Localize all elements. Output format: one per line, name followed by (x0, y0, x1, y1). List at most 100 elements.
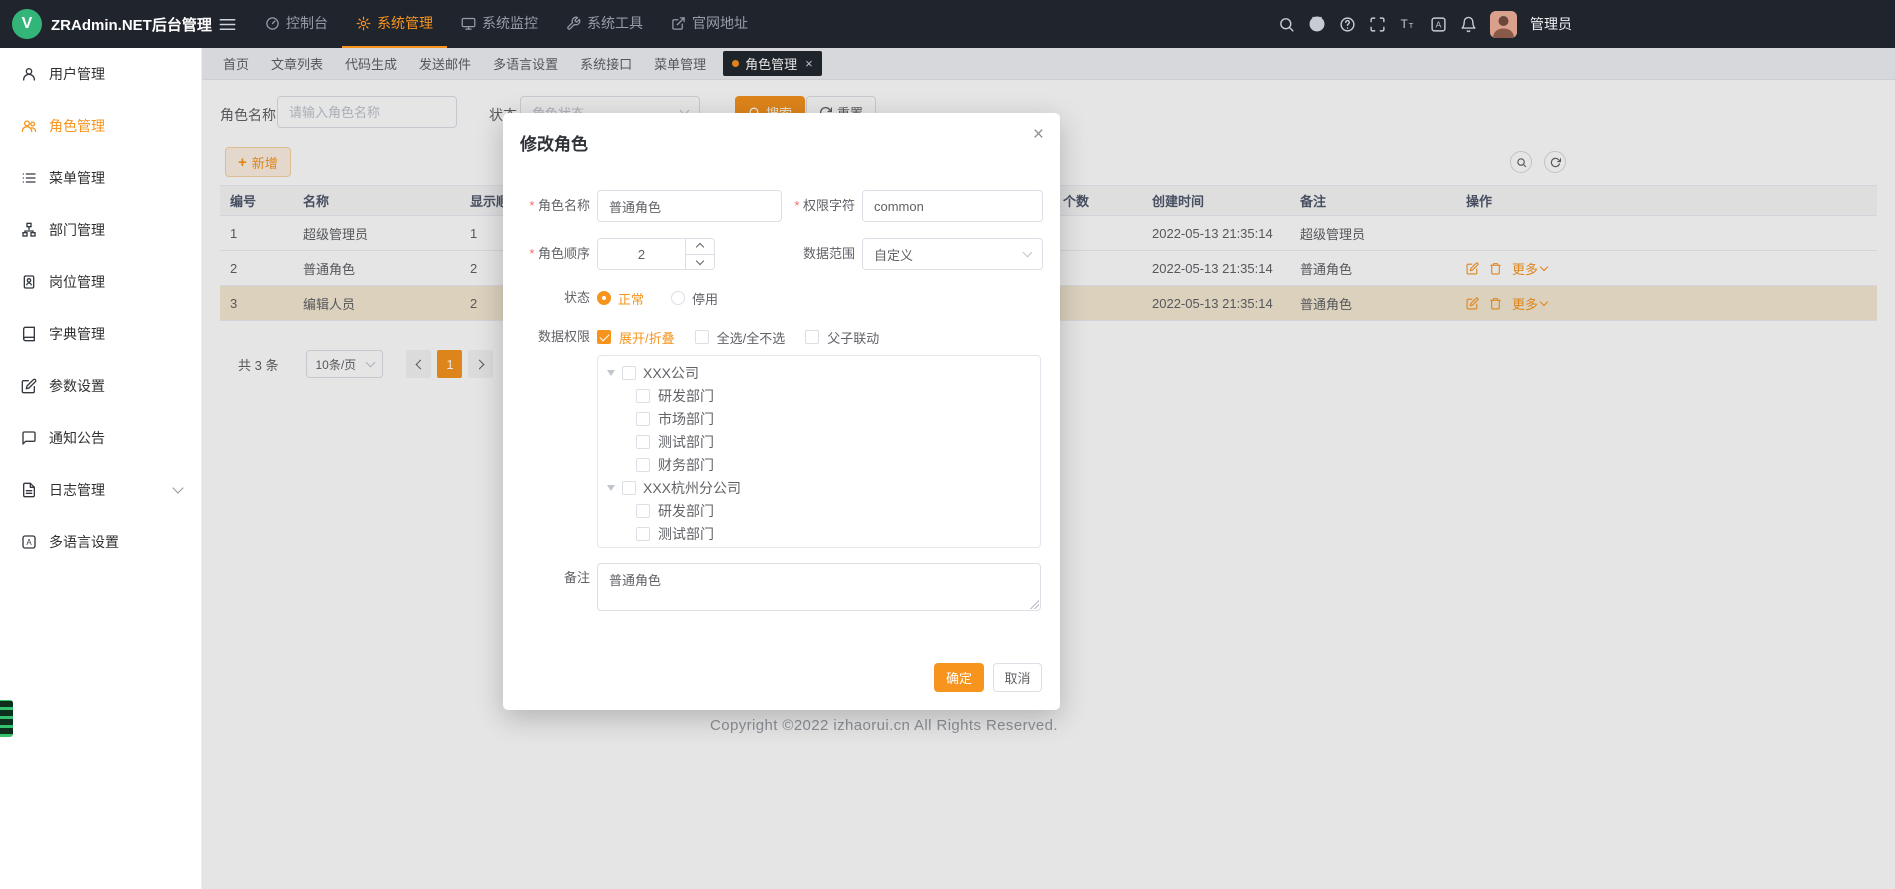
sidebar-item-dept-management[interactable]: 部门管理 (0, 204, 201, 256)
edit-role-dialog: 修改角色 × 角色名称 权限字符 角色顺序 数据范围 自定义 状态 正常 停用 … (503, 113, 1060, 710)
sidebar-item-label: 用户管理 (49, 64, 105, 84)
topnav-console[interactable]: 控制台 (251, 0, 342, 48)
role-name-field[interactable] (597, 190, 782, 222)
tree-node[interactable]: 财务部门 (598, 453, 1040, 476)
book-icon (21, 326, 37, 342)
checkbox-unchecked-icon[interactable] (636, 389, 650, 403)
tree-node[interactable]: XXX杭州分公司 (598, 476, 1040, 499)
tree-node-label: 研发部门 (658, 386, 714, 406)
language-button[interactable]: A (1430, 16, 1447, 33)
search-button-topbar[interactable] (1278, 16, 1295, 33)
notifications-button[interactable] (1460, 16, 1477, 33)
role-order-input[interactable] (598, 239, 685, 269)
sidebar-item-user-management[interactable]: 用户管理 (0, 48, 201, 100)
tree-node[interactable]: 测试部门 (598, 522, 1040, 545)
checkbox-unchecked-icon[interactable] (636, 412, 650, 426)
question-icon (1339, 16, 1356, 33)
fullscreen-button[interactable] (1369, 16, 1386, 33)
sidebar-item-menu-management[interactable]: 菜单管理 (0, 152, 201, 204)
sidebar-item-post-management[interactable]: 岗位管理 (0, 256, 201, 308)
sidebar-item-label: 部门管理 (49, 220, 105, 240)
stepper-down-button[interactable] (686, 255, 714, 270)
expand-collapse-checkbox[interactable]: 展开/折叠 (597, 328, 675, 347)
tree-node[interactable]: 研发部门 (598, 384, 1040, 407)
role-name-label: 角色名称 (503, 190, 590, 222)
select-all-label: 全选/全不选 (717, 328, 786, 347)
svg-text:A: A (1436, 19, 1442, 29)
stepper-up-button[interactable] (686, 239, 714, 255)
checkbox-unchecked-icon (805, 330, 819, 344)
id-badge-icon (21, 274, 37, 290)
bell-icon (1460, 16, 1477, 33)
checkbox-unchecked-icon (695, 330, 709, 344)
expand-collapse-label: 展开/折叠 (619, 328, 675, 347)
resize-grip-icon[interactable] (1029, 599, 1039, 609)
status-normal-option[interactable]: 正常 (597, 289, 644, 308)
role-order-label: 角色顺序 (503, 238, 590, 270)
top-nav: 控制台 系统管理 系统监控 系统工具 官网地址 (251, 0, 762, 48)
help-button[interactable] (1339, 16, 1356, 33)
tree-node-label: 财务部门 (658, 455, 714, 475)
topnav-system-management[interactable]: 系统管理 (342, 0, 447, 48)
users-icon (21, 118, 37, 134)
close-dialog-button[interactable]: × (1033, 125, 1044, 144)
github-button[interactable] (1308, 15, 1326, 33)
sidebar-item-notice[interactable]: 通知公告 (0, 412, 201, 464)
topnav-label: 官网地址 (692, 13, 748, 33)
data-scope-label: 数据范围 (768, 238, 855, 270)
tree-node-label: 研发部门 (658, 501, 714, 521)
checkbox-unchecked-icon[interactable] (636, 504, 650, 518)
github-icon (1308, 15, 1326, 33)
topnav-system-monitor[interactable]: 系统监控 (447, 0, 552, 48)
user-icon (21, 66, 37, 82)
logo-icon: V (12, 9, 42, 39)
data-scope-select[interactable]: 自定义 (862, 238, 1043, 270)
perm-char-field[interactable] (862, 190, 1043, 222)
parent-child-link-checkbox[interactable]: 父子联动 (805, 328, 879, 347)
topnav-system-tools[interactable]: 系统工具 (552, 0, 657, 48)
sidebar-item-param-settings[interactable]: 参数设置 (0, 360, 201, 412)
tree-node[interactable]: 研发部门 (598, 499, 1040, 522)
confirm-button[interactable]: 确定 (934, 663, 984, 692)
topnav-official-site[interactable]: 官网地址 (657, 0, 762, 48)
tree-expand-icon[interactable] (607, 370, 615, 376)
status-label: 状态 (503, 288, 590, 308)
menu-permission-tree: XXX公司 研发部门 市场部门 测试部门 财务部门 XXX杭州分公司 研发部门 (597, 355, 1041, 548)
chevron-down-icon (1023, 248, 1033, 258)
select-all-checkbox[interactable]: 全选/全不选 (695, 328, 786, 347)
external-link-icon (671, 16, 686, 31)
sidebar-item-dict-management[interactable]: 字典管理 (0, 308, 201, 360)
checkbox-unchecked-icon[interactable] (622, 481, 636, 495)
topnav-label: 系统管理 (377, 13, 433, 33)
status-disabled-option[interactable]: 停用 (671, 289, 718, 308)
dashboard-icon (265, 16, 280, 31)
tree-node-label: 市场部门 (658, 409, 714, 429)
list-icon (21, 170, 37, 186)
sidebar-item-log-management[interactable]: 日志管理 (0, 464, 201, 516)
svg-text:A: A (26, 538, 32, 547)
sidebar-item-i18n-settings[interactable]: A 多语言设置 (0, 516, 201, 568)
tree-node[interactable]: 测试部门 (598, 430, 1040, 453)
tree-node[interactable]: 市场部门 (598, 407, 1040, 430)
font-size-button[interactable]: TT (1399, 15, 1417, 33)
tree-expand-icon[interactable] (607, 485, 615, 491)
edit-square-icon (21, 378, 37, 394)
checkbox-unchecked-icon[interactable] (622, 366, 636, 380)
tree-node[interactable]: XXX公司 (598, 361, 1040, 384)
user-avatar[interactable] (1490, 11, 1517, 38)
fullscreen-icon (1369, 16, 1386, 33)
sidebar-toggle-button[interactable] (214, 0, 241, 48)
checkbox-unchecked-icon[interactable] (636, 435, 650, 449)
checkbox-unchecked-icon[interactable] (636, 458, 650, 472)
sidebar-item-role-management[interactable]: 角色管理 (0, 100, 201, 152)
screen-corner-widget (0, 700, 13, 737)
chevron-down-icon (172, 482, 183, 493)
sidebar-item-label: 字典管理 (49, 324, 105, 344)
app-logo[interactable]: V ZRAdmin.NET后台管理 (0, 0, 202, 48)
remark-textarea[interactable]: 普通角色 (597, 563, 1041, 611)
cancel-button[interactable]: 取消 (993, 663, 1042, 692)
app-title: ZRAdmin.NET后台管理 (51, 14, 212, 35)
i18n-icon: A (21, 534, 37, 550)
wrench-icon (566, 16, 581, 31)
checkbox-unchecked-icon[interactable] (636, 527, 650, 541)
